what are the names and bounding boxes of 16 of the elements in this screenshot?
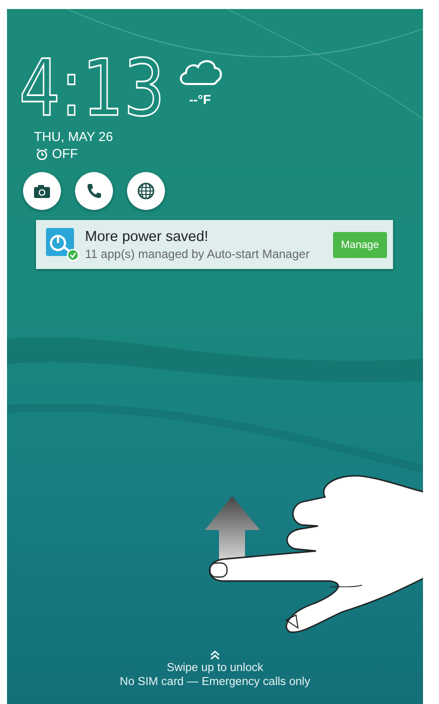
app-icon [46, 228, 79, 261]
temperature: --°F [189, 92, 211, 107]
alarm-status: OFF [52, 146, 78, 161]
clock-time: 4:13 [15, 49, 171, 125]
notification-title: More power saved! [85, 228, 210, 244]
sim-status: No SIM card — Emergency calls only [120, 676, 310, 688]
shortcut-button[interactable] [75, 172, 113, 210]
unlock-hint: Swipe up to unlock [166, 662, 264, 674]
shortcut-button[interactable] [23, 172, 61, 210]
shortcut-button[interactable] [127, 172, 165, 210]
chevron-up-icon [210, 650, 220, 660]
notification-text: 11 app(s) managed by Auto-start Manager [85, 246, 311, 260]
globe-icon [136, 181, 156, 201]
alarm-clock-icon [36, 148, 48, 160]
date-text: THU, MAY 26 [34, 129, 113, 144]
notification-card[interactable]: More power saved! 11 app(s) managed by Auto-start Manager Manage [36, 220, 393, 269]
